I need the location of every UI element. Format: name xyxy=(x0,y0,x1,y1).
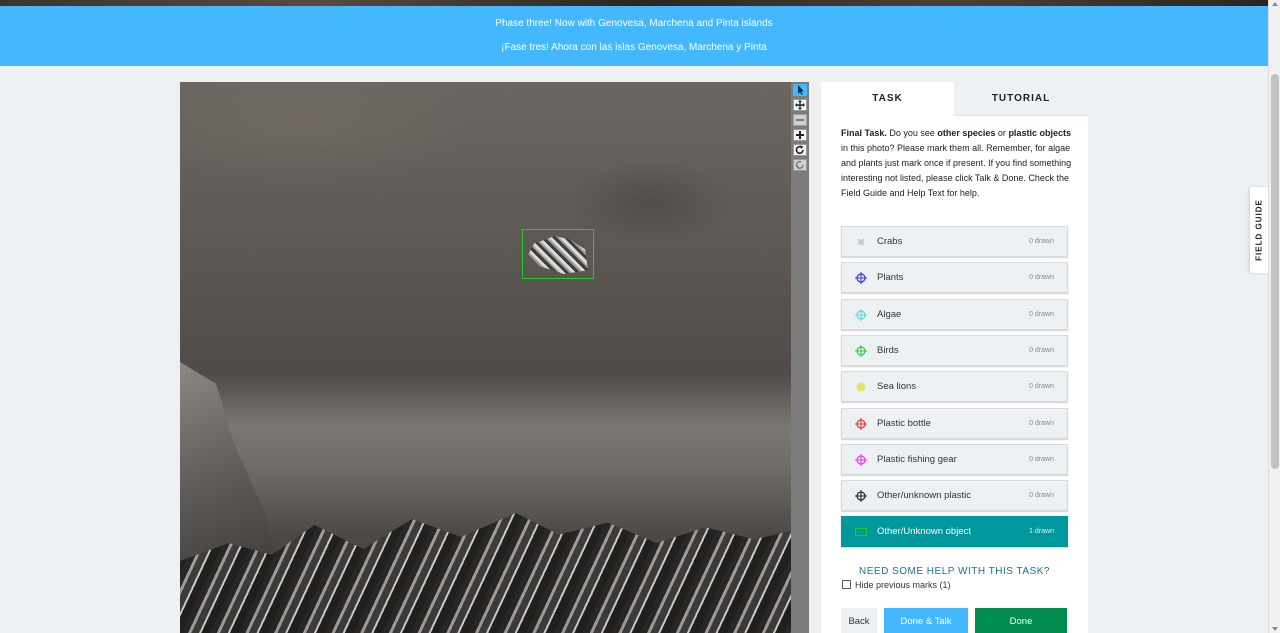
tool-plastic-bottle-button[interactable]: Plastic bottle 0 drawn xyxy=(841,408,1068,439)
crosshair-icon xyxy=(855,309,867,321)
crosshair-icon xyxy=(855,272,867,284)
tool-label: Plastic bottle xyxy=(877,418,931,429)
tool-label: Plastic fishing gear xyxy=(877,454,957,465)
zoom-out-icon[interactable] xyxy=(793,114,807,126)
move-icon[interactable] xyxy=(793,99,807,111)
scroll-down-icon[interactable] xyxy=(1272,627,1278,631)
page-scrollbar[interactable] xyxy=(1268,0,1280,633)
instructions-lead: Final Task. xyxy=(841,128,887,138)
tool-count: 0 drawn xyxy=(1029,456,1054,463)
rectangle-icon xyxy=(855,527,867,537)
crosshair-icon xyxy=(855,454,867,466)
subject-image[interactable] xyxy=(180,82,791,633)
announcement-banner: Phase three! Now with Genovesa, Marchena… xyxy=(0,6,1268,66)
tool-algae-button[interactable]: Algae 0 drawn xyxy=(841,299,1068,330)
rotate-icon[interactable] xyxy=(793,144,807,156)
banner-line-english: Phase three! Now with Genovesa, Marchena… xyxy=(495,18,773,29)
scroll-up-icon[interactable] xyxy=(1272,2,1278,6)
back-button[interactable]: Back xyxy=(841,608,877,633)
zoom-in-icon[interactable] xyxy=(793,129,807,141)
tool-count: 0 drawn xyxy=(1029,383,1054,390)
tool-plastic-fishing-gear-button[interactable]: Plastic fishing gear 0 drawn xyxy=(841,444,1068,475)
done-and-talk-button[interactable]: Done & Talk xyxy=(884,608,968,633)
tool-count: 0 drawn xyxy=(1029,311,1054,318)
tab-task[interactable]: TASK xyxy=(821,82,954,116)
help-link[interactable]: NEED SOME HELP WITH THIS TASK? xyxy=(841,566,1068,577)
checkbox-box[interactable] xyxy=(842,580,851,589)
tool-plants-button[interactable]: Plants 0 drawn xyxy=(841,262,1068,293)
tool-count: 0 drawn xyxy=(1029,238,1054,245)
tool-sea-lions-button[interactable]: Sea lions 0 drawn xyxy=(841,371,1068,402)
tool-label: Crabs xyxy=(877,236,903,247)
tool-other-unknown-object-button[interactable]: Other/Unknown object 1 drawn xyxy=(841,516,1068,547)
task-instructions: Final Task. Do you see other species or … xyxy=(841,128,1072,198)
tool-label: Birds xyxy=(877,345,899,356)
tool-count: 1 drawn xyxy=(1029,528,1054,535)
image-toolbar xyxy=(791,82,809,633)
tool-label: Other/unknown plastic xyxy=(877,490,971,501)
crosshair-icon xyxy=(855,418,867,430)
crosshair-icon xyxy=(855,490,867,502)
tool-crabs-button[interactable]: Crabs 0 drawn xyxy=(841,226,1068,257)
reset-icon[interactable] xyxy=(793,159,807,171)
crab-thumbnail-icon xyxy=(858,239,864,245)
banner-line-spanish: ¡Fase tres! Ahora con las islas Genovesa… xyxy=(501,42,767,53)
tool-count: 0 drawn xyxy=(1029,347,1054,354)
tool-birds-button[interactable]: Birds 0 drawn xyxy=(841,335,1068,366)
tool-label: Other/Unknown object xyxy=(877,526,971,537)
field-guide-tab[interactable]: FIELD GUIDE xyxy=(1250,187,1268,273)
tab-tutorial[interactable]: TUTORIAL xyxy=(954,82,1088,116)
tool-label: Algae xyxy=(877,309,902,320)
crosshair-icon xyxy=(855,345,867,357)
tool-other-unknown-plastic-button[interactable]: Other/unknown plastic 0 drawn xyxy=(841,480,1068,511)
tool-label: Plants xyxy=(877,272,904,283)
tool-label: Sea lions xyxy=(877,381,917,392)
scrollbar-thumb[interactable] xyxy=(1271,74,1279,469)
pointer-icon[interactable] xyxy=(793,84,807,96)
tool-count: 0 drawn xyxy=(1029,420,1054,427)
done-button[interactable]: Done xyxy=(975,608,1067,633)
drawn-rectangle-mark[interactable] xyxy=(522,229,594,279)
hide-previous-label: Hide previous marks (1) xyxy=(855,580,951,590)
circle-icon xyxy=(856,382,866,392)
tool-count: 0 drawn xyxy=(1029,274,1054,281)
tool-count: 0 drawn xyxy=(1029,492,1054,499)
task-panel: TASK TUTORIAL Final Task. Do you see oth… xyxy=(821,82,1088,633)
hide-previous-marks-checkbox[interactable]: Hide previous marks (1) xyxy=(842,580,951,590)
task-tabs: TASK TUTORIAL xyxy=(821,82,1088,116)
field-guide-label: FIELD GUIDE xyxy=(1254,199,1264,261)
